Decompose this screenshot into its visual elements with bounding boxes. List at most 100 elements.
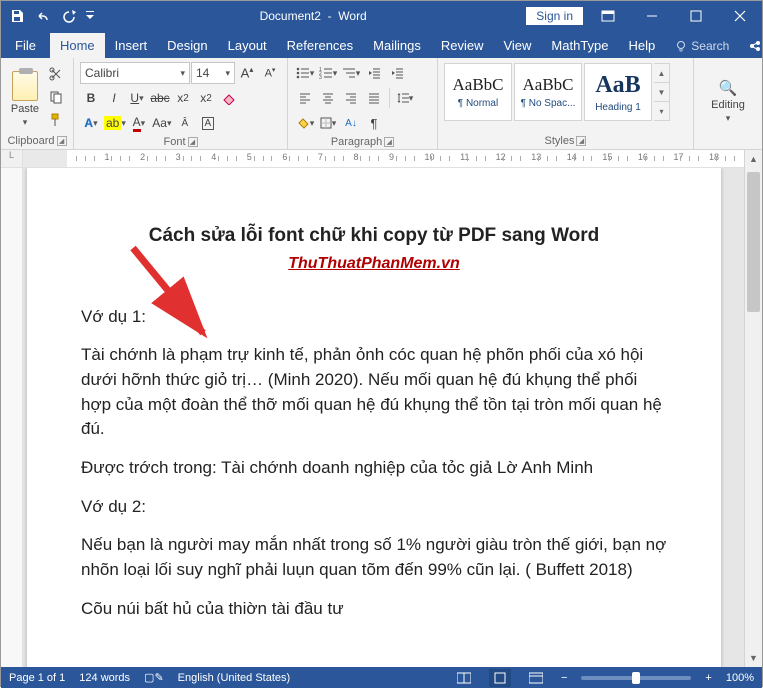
clear-formatting-button[interactable] bbox=[218, 87, 240, 109]
tab-mailings[interactable]: Mailings bbox=[363, 33, 431, 58]
tab-help[interactable]: Help bbox=[619, 33, 666, 58]
dialog-launcher-icon[interactable]: ◢ bbox=[384, 137, 394, 147]
share-button[interactable]: Share bbox=[739, 33, 763, 58]
style-heading-1[interactable]: AaBHeading 1 bbox=[584, 63, 652, 121]
tab-mathtype[interactable]: MathType bbox=[541, 33, 618, 58]
styles-scroll-down[interactable]: ▼ bbox=[654, 83, 669, 102]
bold-button[interactable]: B bbox=[80, 87, 102, 109]
sign-in-button[interactable]: Sign in bbox=[525, 6, 584, 26]
align-right-button[interactable] bbox=[340, 87, 362, 109]
doc-paragraph: Nếu bạn là người may mắn nhất trong số 1… bbox=[81, 533, 667, 582]
tab-file[interactable]: File bbox=[1, 33, 50, 58]
scroll-down-icon[interactable]: ▼ bbox=[745, 649, 762, 667]
borders-button[interactable]: ▾ bbox=[317, 112, 339, 134]
view-print-layout-icon[interactable] bbox=[489, 669, 511, 687]
undo-icon[interactable] bbox=[31, 4, 55, 28]
scissors-icon bbox=[49, 67, 63, 81]
zoom-in-button[interactable]: + bbox=[705, 672, 711, 684]
styles-expand[interactable]: ▾ bbox=[654, 102, 669, 120]
svg-text:3: 3 bbox=[319, 75, 322, 79]
character-border-button[interactable]: A bbox=[197, 112, 219, 134]
dialog-launcher-icon[interactable]: ◢ bbox=[57, 136, 67, 146]
group-label: Styles bbox=[545, 135, 575, 147]
status-words[interactable]: 124 words bbox=[79, 672, 130, 684]
increase-indent-button[interactable] bbox=[386, 62, 408, 84]
tell-me[interactable]: Search bbox=[665, 34, 739, 58]
tab-design[interactable]: Design bbox=[157, 33, 217, 58]
vertical-scrollbar[interactable]: ▲ ▼ bbox=[744, 150, 762, 667]
shrink-font-button[interactable]: A▾ bbox=[259, 62, 281, 84]
page[interactable]: Cách sửa lỗi font chữ khi copy từ PDF sa… bbox=[27, 168, 721, 667]
doc-paragraph: Tài chớnh là phạm trự kinh tế, phản ỏnh … bbox=[81, 343, 667, 442]
save-icon[interactable] bbox=[5, 4, 29, 28]
grow-font-button[interactable]: A▴ bbox=[236, 62, 258, 84]
multilevel-list-button[interactable]: ▾ bbox=[340, 62, 362, 84]
align-left-button[interactable] bbox=[294, 87, 316, 109]
group-clipboard: Paste ▾ Clipboard ◢ bbox=[1, 58, 74, 149]
underline-button[interactable]: U▾ bbox=[126, 87, 148, 109]
cut-button[interactable] bbox=[45, 63, 67, 85]
sort-button[interactable]: A↓ bbox=[340, 112, 362, 134]
maximize-icon[interactable] bbox=[676, 1, 716, 31]
italic-button[interactable]: I bbox=[103, 87, 125, 109]
minimize-icon[interactable] bbox=[632, 1, 672, 31]
subscript-button[interactable]: x2 bbox=[172, 87, 194, 109]
status-spellcheck-icon[interactable]: ▢✎ bbox=[144, 671, 164, 684]
tab-home[interactable]: Home bbox=[50, 33, 105, 58]
superscript-button[interactable]: x2 bbox=[195, 87, 217, 109]
highlight-button[interactable]: ab▾ bbox=[103, 112, 127, 134]
font-name-combo[interactable]: Calibri▾ bbox=[80, 62, 190, 84]
align-center-button[interactable] bbox=[317, 87, 339, 109]
style-no-spacing[interactable]: AaBbC¶ No Spac... bbox=[514, 63, 582, 121]
dialog-launcher-icon[interactable]: ◢ bbox=[188, 137, 198, 147]
shading-button[interactable]: ▾ bbox=[294, 112, 316, 134]
status-language[interactable]: English (United States) bbox=[178, 672, 291, 684]
bullets-button[interactable]: ▾ bbox=[294, 62, 316, 84]
indent-icon bbox=[391, 67, 403, 79]
style-normal[interactable]: AaBbC¶ Normal bbox=[444, 63, 512, 121]
ribbon-tabs: File Home Insert Design Layout Reference… bbox=[1, 31, 762, 58]
line-spacing-button[interactable]: ▾ bbox=[394, 87, 416, 109]
justify-button[interactable] bbox=[363, 87, 385, 109]
phonetic-guide-button[interactable]: Â bbox=[174, 112, 196, 134]
quick-access-toolbar bbox=[1, 4, 101, 28]
scroll-up-icon[interactable]: ▲ bbox=[745, 150, 762, 168]
status-page[interactable]: Page 1 of 1 bbox=[9, 672, 65, 684]
styles-scroll-up[interactable]: ▲ bbox=[654, 64, 669, 83]
tab-review[interactable]: Review bbox=[431, 33, 494, 58]
zoom-out-button[interactable]: − bbox=[561, 672, 567, 684]
strikethrough-button[interactable]: abc bbox=[149, 87, 171, 109]
copy-button[interactable] bbox=[45, 86, 67, 108]
font-color-button[interactable]: A▾ bbox=[128, 112, 150, 134]
view-web-layout-icon[interactable] bbox=[525, 669, 547, 687]
change-case-button[interactable]: Aa▾ bbox=[151, 112, 173, 134]
show-marks-button[interactable]: ¶ bbox=[363, 112, 385, 134]
editing-button[interactable]: 🔍 Editing ▾ bbox=[700, 61, 756, 133]
decrease-indent-button[interactable] bbox=[363, 62, 385, 84]
close-icon[interactable] bbox=[720, 1, 760, 31]
qat-customize-icon[interactable] bbox=[83, 4, 97, 28]
doc-paragraph: Cõu núi bất hủ của thiờn tài đầu tư bbox=[81, 597, 667, 622]
format-painter-button[interactable] bbox=[45, 109, 67, 131]
view-read-mode-icon[interactable] bbox=[453, 669, 475, 687]
numbering-button[interactable]: 123▾ bbox=[317, 62, 339, 84]
group-label: Font bbox=[163, 136, 185, 148]
scroll-thumb[interactable] bbox=[747, 172, 760, 312]
tab-insert[interactable]: Insert bbox=[105, 33, 158, 58]
document-scroll[interactable]: Cách sửa lỗi font chữ khi copy từ PDF sa… bbox=[23, 168, 744, 667]
multilevel-icon bbox=[342, 67, 356, 79]
doc-example-2: Vớ dụ 2: bbox=[81, 495, 667, 520]
redo-icon[interactable] bbox=[57, 4, 81, 28]
tab-references[interactable]: References bbox=[277, 33, 363, 58]
zoom-level[interactable]: 100% bbox=[726, 672, 754, 684]
dialog-launcher-icon[interactable]: ◢ bbox=[576, 136, 586, 146]
ribbon-display-options-icon[interactable] bbox=[588, 1, 628, 31]
lightbulb-icon bbox=[675, 40, 687, 52]
tab-view[interactable]: View bbox=[493, 33, 541, 58]
group-paragraph: ▾ 123▾ ▾ ▾ ▾ ▾ A↓ bbox=[288, 58, 438, 149]
zoom-slider[interactable] bbox=[581, 676, 691, 680]
paste-button[interactable]: Paste ▾ bbox=[7, 61, 43, 133]
tab-layout[interactable]: Layout bbox=[218, 33, 277, 58]
text-effects-button[interactable]: A▾ bbox=[80, 112, 102, 134]
font-size-combo[interactable]: 14▾ bbox=[191, 62, 235, 84]
